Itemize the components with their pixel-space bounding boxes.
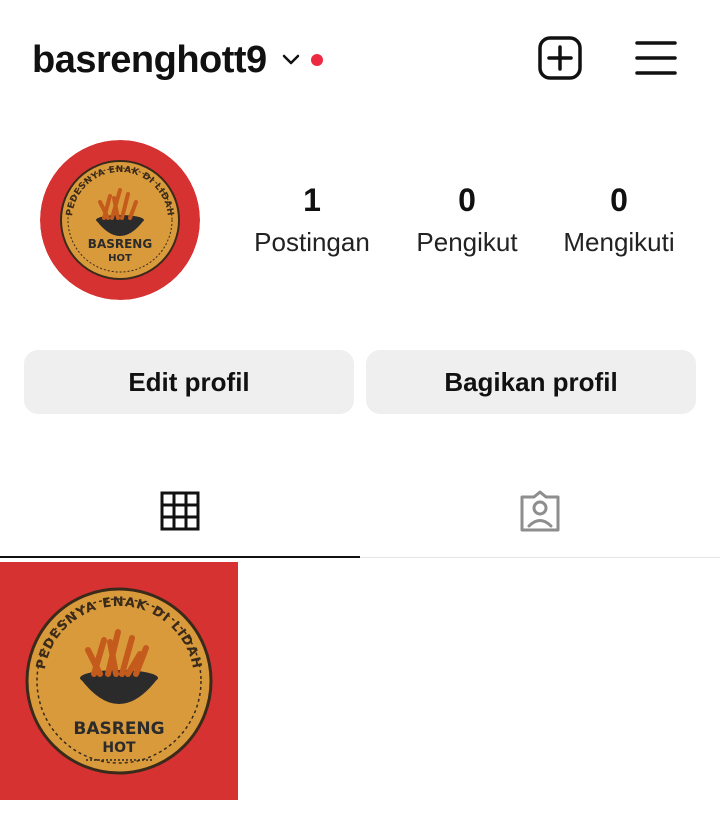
tab-posts-grid[interactable] xyxy=(0,470,360,558)
profile-header: basrenghott9 xyxy=(0,0,720,120)
logo-brand-line1: BASRENG xyxy=(73,719,164,739)
logo-brand-line2: HOT xyxy=(102,740,136,756)
account-switcher[interactable]: basrenghott9 xyxy=(32,36,323,84)
edit-profile-button[interactable]: Edit profil xyxy=(24,350,354,414)
grid-icon xyxy=(160,491,200,536)
plus-square-icon xyxy=(537,35,583,86)
stat-posts[interactable]: 1 Postingan xyxy=(236,180,388,262)
tab-tagged[interactable] xyxy=(360,470,720,558)
basreng-hot-logo: PEDESNYA ENAK DI LIDAH BASRENG HOT xyxy=(40,140,200,300)
following-label: Mengikuti xyxy=(563,227,675,257)
followers-label: Pengikut xyxy=(416,227,518,257)
posts-count: 1 xyxy=(303,182,321,218)
post-thumbnail[interactable]: PEDESNYA ENAK DI LIDAH BASRENG HOT xyxy=(0,562,238,800)
username[interactable]: basrenghott9 xyxy=(32,39,267,82)
logo-brand-line2: HOT xyxy=(108,253,132,264)
basreng-hot-logo: PEDESNYA ENAK DI LIDAH BASRENG HOT xyxy=(0,562,238,800)
profile-tabs xyxy=(0,470,720,560)
followers-count: 0 xyxy=(458,182,476,218)
create-post-button[interactable] xyxy=(536,35,584,86)
following-count: 0 xyxy=(610,182,628,218)
tagged-person-icon xyxy=(518,489,562,538)
share-profile-button[interactable]: Bagikan profil xyxy=(366,350,696,414)
posts-label: Postingan xyxy=(254,227,370,257)
stat-followers[interactable]: 0 Pengikut xyxy=(392,180,542,262)
menu-button[interactable] xyxy=(632,36,680,84)
hamburger-menu-icon xyxy=(634,38,678,83)
profile-stats: 1 Postingan 0 Pengikut 0 Mengikuti xyxy=(236,180,696,270)
avatar[interactable]: PEDESNYA ENAK DI LIDAH BASRENG HOT xyxy=(40,140,200,300)
stat-following[interactable]: 0 Mengikuti xyxy=(542,180,696,262)
logo-brand-line1: BASRENG xyxy=(88,237,152,251)
chevron-down-icon[interactable] xyxy=(281,50,301,70)
notification-dot xyxy=(310,54,323,66)
